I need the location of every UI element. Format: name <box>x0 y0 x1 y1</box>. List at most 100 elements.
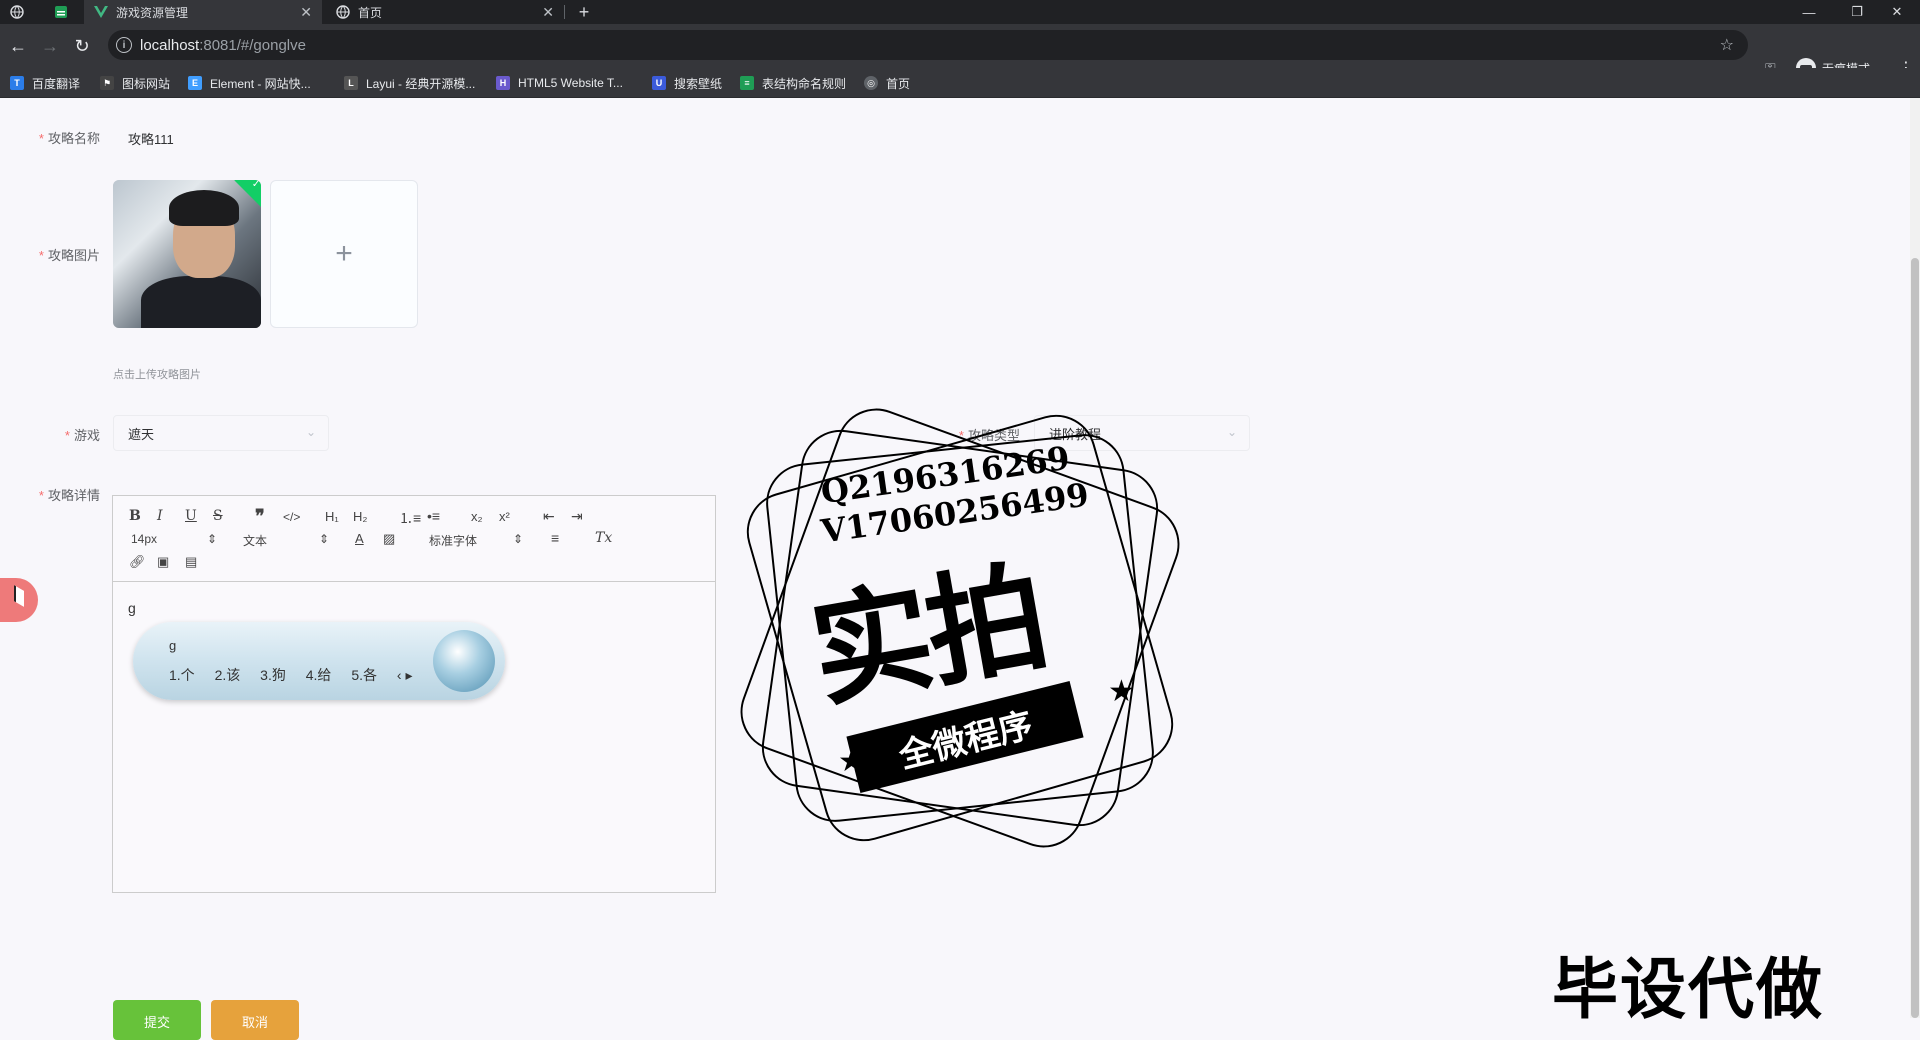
chevron-down-icon: ⌄ <box>1226 425 1237 439</box>
globe-icon <box>10 5 24 19</box>
underline-icon[interactable]: U <box>185 508 197 524</box>
ime-candidate[interactable]: 2.该 <box>215 667 241 683</box>
ime-candidate[interactable]: 4.给 <box>306 667 332 683</box>
flag-icon: ⚑ <box>100 76 114 90</box>
game-select[interactable]: 遮天 ⌄ <box>113 415 329 451</box>
layui-icon: L <box>344 76 358 90</box>
bookmark-item[interactable]: ⚑ 图标网站 <box>100 74 170 92</box>
upload-tip: 点击上传攻略图片 <box>113 369 201 381</box>
browser-toolbar: ← → ↻ i localhost:8081/#/gonglve ☆ ⚿ 无痕模… <box>0 24 1920 78</box>
detail-label: * 攻略详情 <box>38 488 100 503</box>
h2-icon[interactable]: H₂ <box>353 509 367 524</box>
page-arrows-icon[interactable]: ‹ ▸ <box>397 667 413 683</box>
ime-candidate[interactable]: 3.狗 <box>260 667 286 683</box>
game-label: * 游戏 <box>64 428 100 443</box>
bookmark-star-icon[interactable]: ☆ <box>1720 35 1734 55</box>
clear-format-icon[interactable]: Tx <box>595 530 612 546</box>
editor-toolbar: B I U S ❞ </> H₁ H₂ ⒈≡ •≡ x₂ x² ⇤ ⇥ 14px… <box>113 496 715 582</box>
ime-candidate-window: g 1.个 2.该 3.狗 4.给 5.各 ‹ ▸ <box>133 622 505 700</box>
url-text: localhost:8081/#/gonglve <box>140 36 306 54</box>
editor-content[interactable]: g <box>128 600 136 616</box>
info-icon[interactable]: i <box>116 37 132 53</box>
ime-logo-icon <box>433 630 495 692</box>
bookmark-item[interactable]: ◎ 首页 <box>864 74 910 92</box>
name-label: * 攻略名称 <box>38 131 100 146</box>
bookmark-item[interactable]: E Element - 网站快... <box>188 74 311 92</box>
address-bar[interactable]: i localhost:8081/#/gonglve ☆ <box>108 30 1748 60</box>
element-icon: E <box>188 76 202 90</box>
star-icon: ★ <box>1108 675 1135 708</box>
bookmark-item[interactable]: L Layui - 经典开源模... <box>344 74 475 92</box>
tab-strip: 游戏资源管理 ✕ 首页 ✕ + — ❐ ✕ <box>0 0 1920 24</box>
reload-icon[interactable]: ↻ <box>70 34 94 58</box>
bookmark-item[interactable]: ≡ 表结构命名规则 <box>740 74 846 92</box>
forward-icon[interactable]: → <box>38 34 62 58</box>
name-input[interactable]: 攻略111 <box>128 129 174 148</box>
video-icon[interactable]: ▤ <box>185 554 197 570</box>
superscript-icon[interactable]: x² <box>499 509 510 524</box>
submit-button[interactable]: 提交 <box>113 1000 201 1040</box>
watermark-stamp: Q2196316269 V17060256499 实拍 全微程序 ★ ★ <box>720 388 1200 878</box>
align-icon[interactable]: ≡ <box>551 530 559 546</box>
bookmark-item[interactable]: U 搜索壁纸 <box>652 74 722 92</box>
wallpaper-icon: U <box>652 76 666 90</box>
page-content: * 攻略名称 攻略111 * 攻略图片 ✓ + 点击上传攻略图片 * 游戏 遮天 ⌄ … <box>0 98 1920 1040</box>
vue-icon <box>94 5 108 19</box>
translate-icon: T <box>10 76 24 90</box>
bullet-list-icon[interactable]: •≡ <box>427 508 440 524</box>
close-tab-icon[interactable]: ✕ <box>300 4 312 21</box>
ordered-list-icon[interactable]: ⒈≡ <box>399 508 421 528</box>
new-tab-button[interactable]: + <box>572 0 596 24</box>
ime-candidate-list: 1.个 2.该 3.狗 4.给 5.各 ‹ ▸ <box>169 665 428 685</box>
ime-candidate[interactable]: 5.各 <box>351 667 377 683</box>
mouse-pointer-icon <box>0 578 38 622</box>
font-size-select[interactable]: 14px <box>131 532 157 546</box>
indent-icon[interactable]: ⇥ <box>571 508 583 525</box>
quote-icon[interactable]: ❞ <box>255 506 265 527</box>
tab-home[interactable]: 首页 ✕ <box>326 0 565 24</box>
chevron-updown-icon: ⇕ <box>319 532 330 546</box>
globe-icon <box>336 5 350 19</box>
close-window-icon[interactable]: ✕ <box>1874 0 1920 24</box>
image-label: * 攻略图片 <box>38 248 100 263</box>
image-icon[interactable]: ▣ <box>157 554 169 570</box>
bookmark-item[interactable]: T 百度翻译 <box>10 74 80 92</box>
star-icon: ★ <box>838 745 865 778</box>
subscript-icon[interactable]: x₂ <box>471 509 483 524</box>
bold-icon[interactable]: B <box>129 508 141 524</box>
close-tab-icon[interactable]: ✕ <box>542 4 554 21</box>
h1-icon[interactable]: H₁ <box>325 509 339 524</box>
chevron-down-icon: ⌄ <box>305 425 316 439</box>
uploaded-image[interactable]: ✓ <box>113 180 261 328</box>
scrollbar-thumb[interactable] <box>1911 258 1919 1018</box>
sheet-icon: ≡ <box>740 76 754 90</box>
bookmark-item[interactable]: H HTML5 Website T... <box>496 74 623 92</box>
chevron-updown-icon: ⇕ <box>513 532 524 546</box>
italic-icon[interactable]: I <box>157 508 163 524</box>
tab-sheet[interactable] <box>44 0 80 24</box>
check-icon: ✓ <box>251 180 261 190</box>
upload-button[interactable]: + <box>270 180 418 328</box>
outdent-icon[interactable]: ⇤ <box>543 508 555 525</box>
rich-text-editor: B I U S ❞ </> H₁ H₂ ⒈≡ •≡ x₂ x² ⇤ ⇥ 14px… <box>112 495 716 893</box>
back-icon[interactable]: ← <box>6 34 30 58</box>
tab-globe[interactable] <box>0 0 40 24</box>
code-icon[interactable]: </> <box>283 510 300 524</box>
ime-composition: g <box>169 638 177 653</box>
cancel-button[interactable]: 取消 <box>211 1000 299 1040</box>
text-color-icon[interactable]: A <box>355 531 364 546</box>
page-scrollbar[interactable] <box>1910 98 1920 1018</box>
strike-icon[interactable]: S <box>213 508 223 524</box>
globe-icon: ◎ <box>864 76 878 90</box>
tab-title: 游戏资源管理 <box>116 5 189 20</box>
bookmarks-bar: T 百度翻译 ⚑ 图标网站 E Element - 网站快... L Layui - 经… <box>0 68 1920 98</box>
minimize-icon[interactable]: — <box>1786 0 1832 24</box>
html5-icon: H <box>496 76 510 90</box>
sheet-icon <box>54 5 68 19</box>
tab-game-admin[interactable]: 游戏资源管理 ✕ <box>84 0 322 24</box>
font-family-select[interactable]: 标准字体 <box>429 532 477 549</box>
background-color-icon[interactable]: ▨ <box>383 531 395 547</box>
ime-candidate[interactable]: 1.个 <box>169 667 195 683</box>
block-type-select[interactable]: 文本 <box>243 532 267 549</box>
link-icon[interactable]: 🔗︎ <box>129 554 146 570</box>
